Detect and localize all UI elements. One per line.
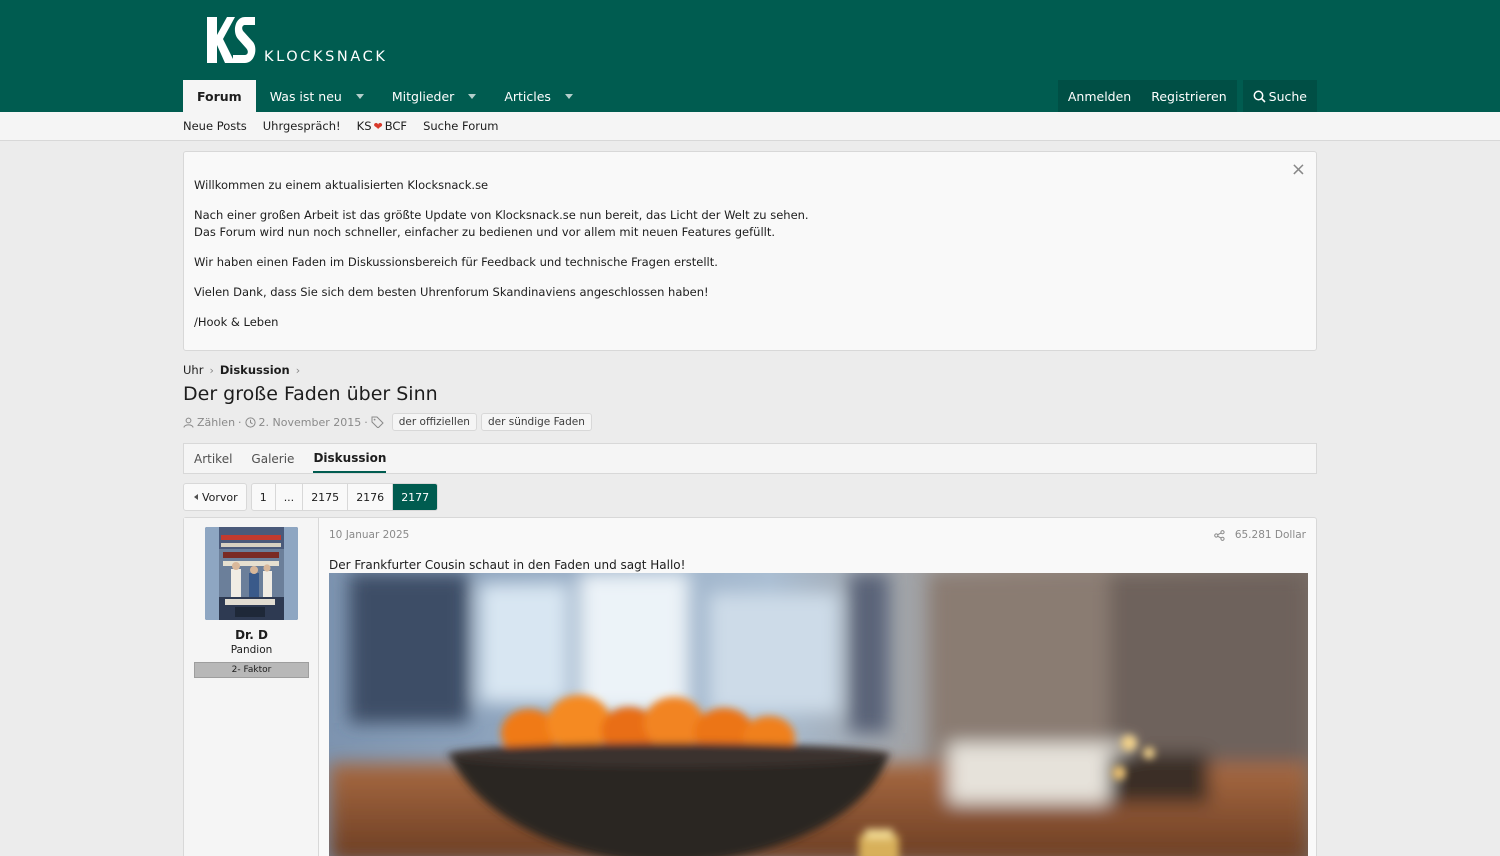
subnav-watch-talk[interactable]: Uhrgespräch! <box>263 119 341 133</box>
nav-tab-whats-new[interactable]: Was ist neu <box>256 80 378 112</box>
nav-tab-label: Mitglieder <box>391 88 455 104</box>
search-group: Suche <box>1242 80 1317 112</box>
page-link[interactable]: 2176 <box>348 484 394 510</box>
site-header: KLOCKSNACK Forum Was ist neu Mitglieder … <box>0 0 1500 112</box>
thread-author[interactable]: Zählen <box>197 416 235 429</box>
page-link-current[interactable]: 2177 <box>393 484 438 510</box>
subnav-new-posts[interactable]: Neue Posts <box>183 119 247 133</box>
meta-separator: · <box>364 415 368 429</box>
tab-gallery[interactable]: Galerie <box>251 444 294 473</box>
post-number[interactable]: 65.281 Dollar <box>1235 529 1306 541</box>
site-logo[interactable]: KLOCKSNACK <box>205 15 387 65</box>
chevron-down-icon[interactable] <box>564 93 573 99</box>
notice-line: Wir haben einen Faden im Diskussionsbere… <box>194 255 718 269</box>
caret-left-icon <box>194 494 198 500</box>
notice-line: Willkommen zu einem aktualisierten Klock… <box>194 178 489 192</box>
meta-separator: · <box>238 415 242 429</box>
subnav-bcf-label: BCF <box>384 119 408 133</box>
thread-date[interactable]: 2. November 2015 <box>259 416 362 429</box>
auth-group: Anmelden Registrieren <box>1057 80 1237 112</box>
avatar-painting-image <box>205 527 298 620</box>
chevron-down-icon[interactable] <box>468 93 477 99</box>
search-label: Suche <box>1268 88 1307 104</box>
breadcrumb-item[interactable]: Diskussion <box>220 363 290 377</box>
prev-page-button[interactable]: Vorvor <box>183 483 247 511</box>
user-icon <box>183 417 194 428</box>
register-button[interactable]: Registrieren <box>1141 80 1236 112</box>
thread-meta: Zählen · 2. November 2015 · der offiziel… <box>183 413 592 431</box>
breadcrumb-item[interactable]: Uhr <box>183 363 203 377</box>
login-button[interactable]: Anmelden <box>1058 80 1141 112</box>
user-banner: 2- Faktor <box>194 662 309 678</box>
account-nav: Anmelden Registrieren Suche <box>1057 80 1317 112</box>
post-user-title: Pandion <box>230 644 273 656</box>
avatar[interactable] <box>205 527 298 620</box>
sub-nav: Neue Posts Uhrgespräch! KS ❤ BCF Suche F… <box>0 112 1500 141</box>
nav-tab-label: Was ist neu <box>269 88 342 104</box>
ks-logo-mark-icon <box>207 17 256 63</box>
tab-article[interactable]: Artikel <box>194 444 232 473</box>
tag[interactable]: der sündige Faden <box>480 413 592 431</box>
post-actions: 65.281 Dollar <box>1214 529 1306 541</box>
prev-page-label: Vorvor <box>202 490 238 504</box>
subnav-ks-bcf[interactable]: KS ❤ BCF <box>357 119 407 133</box>
post-photo-image <box>329 573 1308 856</box>
main-nav: Forum Was ist neu Mitglieder Articles <box>183 80 587 112</box>
nav-tab-forum[interactable]: Forum <box>183 80 256 112</box>
page-title: Der große Faden über Sinn <box>183 383 438 405</box>
post: Dr. D Pandion 2- Faktor 10 Januar 2025 6… <box>183 517 1317 856</box>
notice-line: Vielen Dank, dass Sie sich dem besten Uh… <box>194 285 709 299</box>
post-image[interactable] <box>329 573 1308 856</box>
notice-signature: /Hook & Leben <box>194 315 279 329</box>
nav-tab-label: Forum <box>197 88 242 104</box>
search-button[interactable]: Suche <box>1243 80 1317 112</box>
post-text: Der Frankfurter Cousin schaut in den Fad… <box>329 558 686 572</box>
search-icon <box>1253 90 1266 103</box>
post-user-panel: Dr. D Pandion 2- Faktor <box>184 518 319 856</box>
post-date[interactable]: 10 Januar 2025 <box>329 529 409 541</box>
page-link[interactable]: 2175 <box>303 484 349 510</box>
tag[interactable]: der offiziellen <box>391 413 477 431</box>
subnav-ks-label: KS <box>356 119 372 133</box>
nav-tab-articles[interactable]: Articles <box>490 80 587 112</box>
page-list: 1 ... 2175 2176 2177 <box>250 483 439 511</box>
brand-name: KLOCKSNACK <box>264 49 388 65</box>
tab-discussion[interactable]: Diskussion <box>313 444 387 473</box>
close-icon[interactable]: × <box>1291 161 1306 179</box>
welcome-notice: × Willkommen zu einem aktualisierten Klo… <box>183 151 1317 351</box>
page-link[interactable]: 1 <box>252 484 276 510</box>
nav-tab-members[interactable]: Mitglieder <box>378 80 491 112</box>
post-username[interactable]: Dr. D <box>184 628 319 642</box>
chevron-right-icon: › <box>295 363 301 377</box>
clock-icon <box>244 416 256 428</box>
subnav-search-forum[interactable]: Suche Forum <box>423 119 498 133</box>
notice-paragraph: Nach einer großen Arbeit ist das größte … <box>194 207 1306 241</box>
notice-line: Das Forum wird nun noch schneller, einfa… <box>194 225 776 239</box>
tags-icon <box>371 416 384 428</box>
chevron-down-icon[interactable] <box>355 93 364 99</box>
heart-icon: ❤ <box>373 119 383 133</box>
breadcrumb: Uhr › Diskussion › <box>183 363 306 377</box>
pagination: Vorvor 1 ... 2175 2176 2177 <box>183 483 439 511</box>
chevron-right-icon: › <box>209 363 214 377</box>
share-icon[interactable] <box>1214 529 1225 541</box>
page-skip[interactable]: ... <box>276 484 304 510</box>
content-tabs: Artikel Galerie Diskussion <box>183 443 1317 474</box>
nav-tab-label: Articles <box>504 88 551 104</box>
notice-line: Nach einer großen Arbeit ist das größte … <box>194 208 809 222</box>
